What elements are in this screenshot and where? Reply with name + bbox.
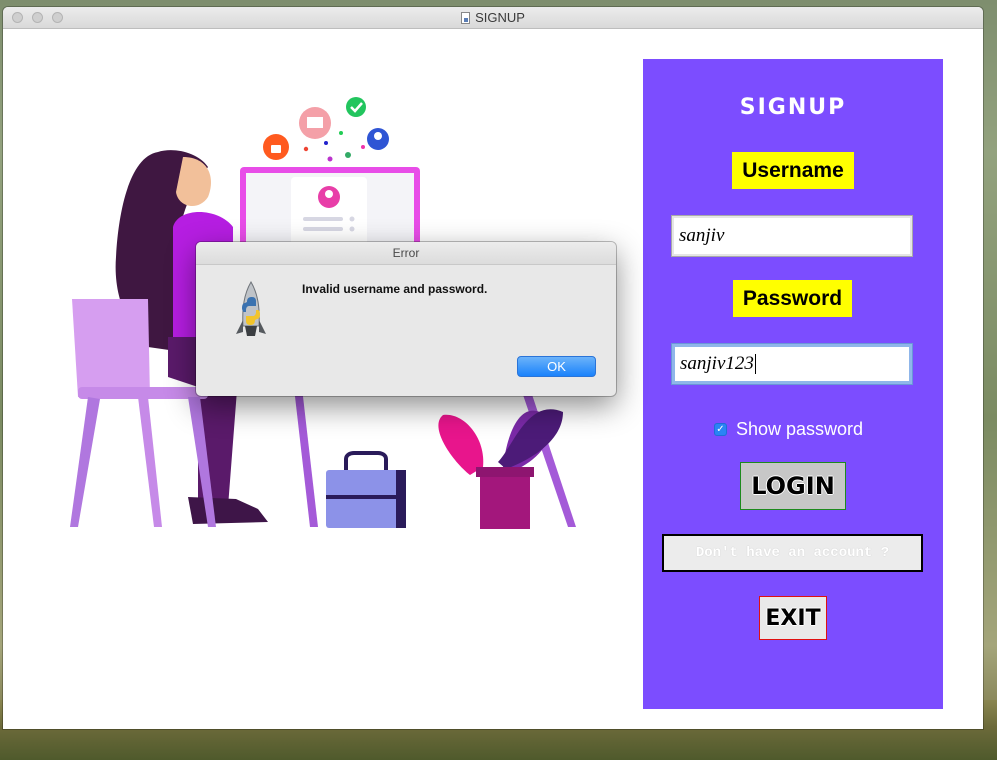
show-password-checkbox[interactable]: ✓ [714,423,727,436]
show-password-toggle[interactable]: ✓ Show password [714,419,863,440]
show-password-label: Show password [736,419,864,439]
signup-panel: SIGNUP Username sanjiv Password sanjiv12… [643,59,943,709]
window-title: SIGNUP [475,10,525,25]
password-value: sanjiv123 [680,353,754,374]
title-bar: SIGNUP [3,7,983,29]
error-dialog: Error Invalid username and password. OK [196,242,616,396]
username-input[interactable]: sanjiv [671,215,913,257]
document-icon [461,11,471,24]
username-value: sanjiv [679,225,725,246]
exit-button[interactable]: EXIT [759,596,827,640]
username-label: Username [732,152,854,189]
dialog-title: Error [196,242,616,265]
panel-heading: SIGNUP [739,95,847,120]
password-label: Password [733,280,852,317]
password-input[interactable]: sanjiv123 [671,343,913,385]
create-account-button[interactable]: Don't have an account ? [662,534,923,572]
lock-body [271,145,281,153]
ok-button[interactable]: OK [517,356,596,377]
text-caret [754,354,756,374]
dialog-message: Invalid username and password. [302,282,488,296]
check-icon [346,97,366,117]
python-rocket-icon [236,281,266,336]
login-button[interactable]: LOGIN [740,462,846,510]
window-title-group: SIGNUP [3,7,983,28]
